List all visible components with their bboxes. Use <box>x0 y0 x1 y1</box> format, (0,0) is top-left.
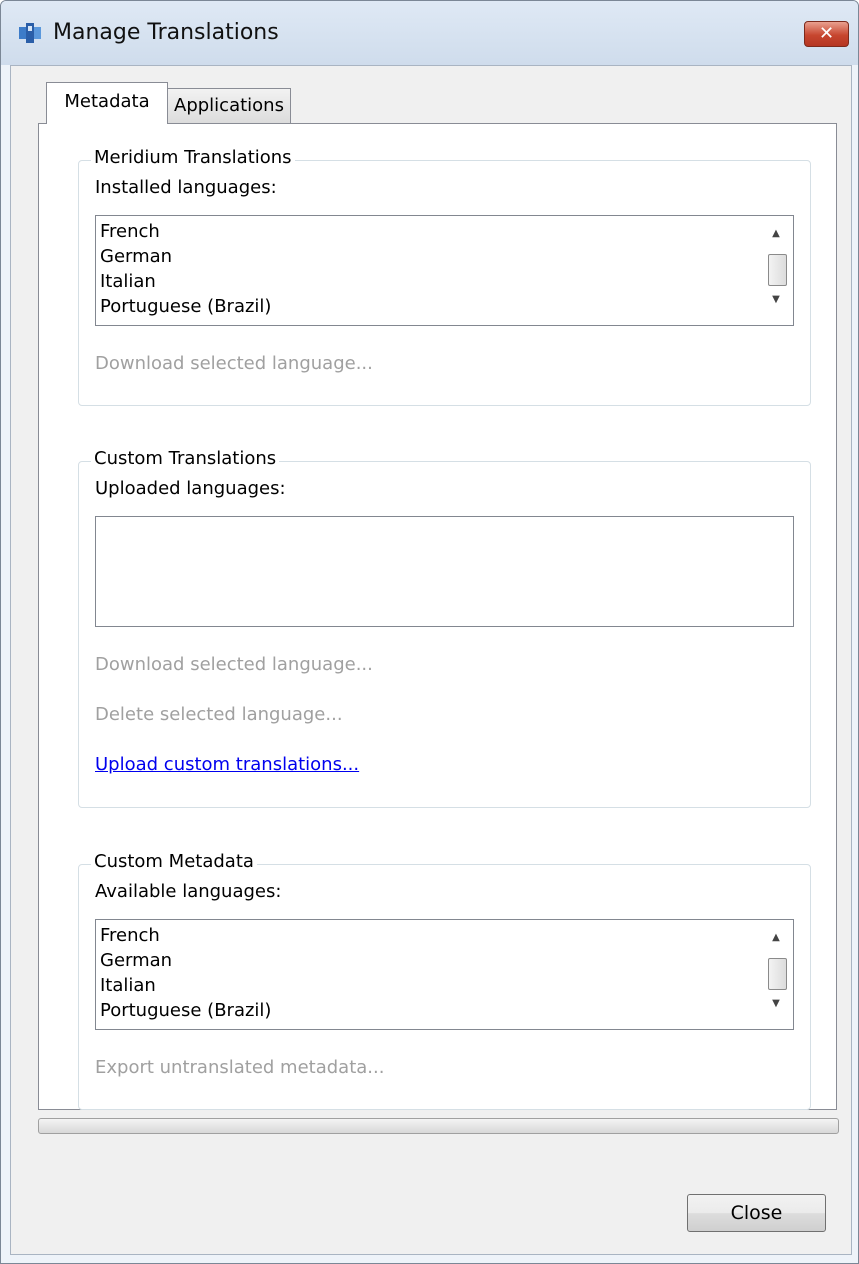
tab-applications[interactable]: Applications <box>168 88 291 124</box>
download-selected-language-link[interactable]: Download selected language... <box>95 353 373 374</box>
scroll-down-icon[interactable]: ▼ <box>759 294 793 305</box>
dialog-window: Manage Translations ✕ Metadata Applicati… <box>0 0 859 1264</box>
available-languages-label: Available languages: <box>95 881 282 902</box>
export-untranslated-metadata-link[interactable]: Export untranslated metadata... <box>95 1057 384 1078</box>
list-item[interactable]: French <box>96 219 793 244</box>
scroll-up-icon[interactable]: ▲ <box>759 228 793 239</box>
metadata-group-title: Custom Metadata <box>91 851 257 872</box>
list-item[interactable]: Portuguese (Brazil) <box>96 294 793 319</box>
close-icon: ✕ <box>818 23 835 44</box>
list-item[interactable]: French <box>96 923 793 948</box>
download-custom-language-link[interactable]: Download selected language... <box>95 654 373 675</box>
meridium-group-title: Meridium Translations <box>91 147 295 168</box>
available-languages-list[interactable]: French German Italian Portuguese (Brazil… <box>95 919 794 1030</box>
list-item[interactable]: German <box>96 948 793 973</box>
scroll-thumb[interactable] <box>768 958 787 990</box>
custom-group-title: Custom Translations <box>91 448 280 469</box>
vertical-scrollbar[interactable]: ▲ ▼ <box>759 920 793 1029</box>
custom-metadata-group: Custom Metadata Available languages: Fre… <box>78 851 811 1110</box>
vertical-scrollbar[interactable]: ▲ ▼ <box>759 216 793 325</box>
delete-selected-language-link[interactable]: Delete selected language... <box>95 704 343 725</box>
scroll-up-icon[interactable]: ▲ <box>759 932 793 943</box>
title-bar[interactable]: Manage Translations ✕ <box>1 1 858 65</box>
scroll-down-icon[interactable]: ▼ <box>759 998 793 1009</box>
list-item[interactable]: Italian <box>96 973 793 998</box>
progress-bar <box>38 1118 839 1134</box>
list-item[interactable]: Portuguese (Brazil) <box>96 998 793 1023</box>
upload-custom-translations-link[interactable]: Upload custom translations... <box>95 754 359 775</box>
metadata-tab-panel: Meridium Translations Installed language… <box>38 123 837 1110</box>
scroll-thumb[interactable] <box>768 254 787 286</box>
uploaded-languages-list[interactable] <box>95 516 794 627</box>
installed-languages-label: Installed languages: <box>95 177 277 198</box>
app-cubes-icon <box>19 23 41 43</box>
custom-translations-group: Custom Translations Uploaded languages: … <box>78 448 811 808</box>
window-title: Manage Translations <box>53 20 279 45</box>
meridium-translations-group: Meridium Translations Installed language… <box>78 147 811 406</box>
window-close-button[interactable]: ✕ <box>804 21 849 47</box>
close-button[interactable]: Close <box>687 1194 826 1232</box>
installed-languages-list[interactable]: French German Italian Portuguese (Brazil… <box>95 215 794 326</box>
dialog-client-area: Metadata Applications Meridium Translati… <box>10 65 852 1255</box>
tab-metadata[interactable]: Metadata <box>46 82 168 124</box>
uploaded-languages-label: Uploaded languages: <box>95 478 286 499</box>
list-item[interactable]: German <box>96 244 793 269</box>
list-item[interactable]: Italian <box>96 269 793 294</box>
